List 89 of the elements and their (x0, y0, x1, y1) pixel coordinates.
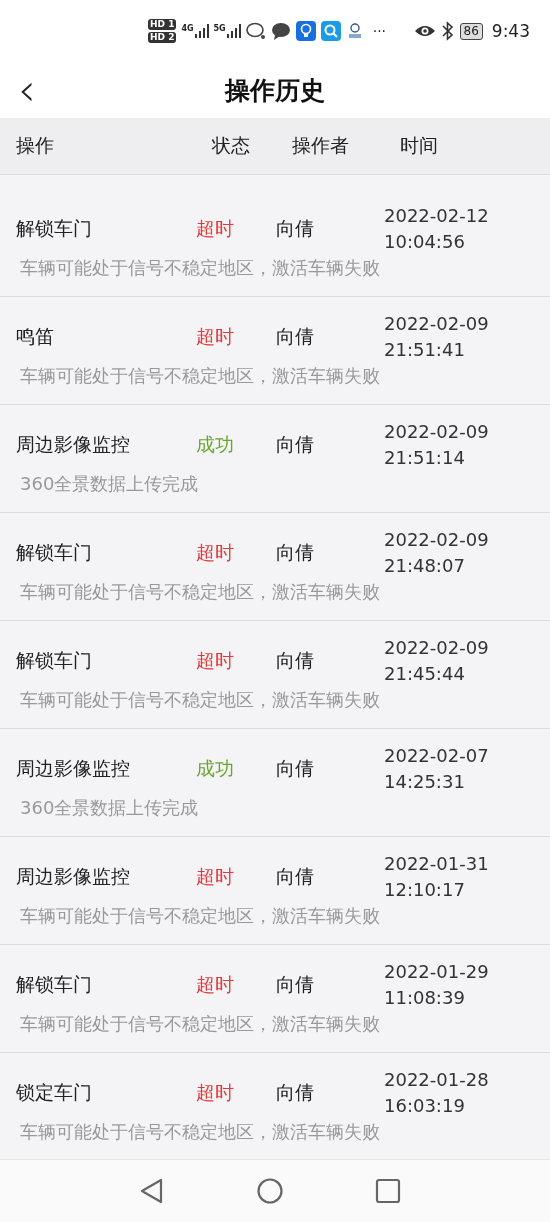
page-title: 操作历史 (225, 74, 325, 107)
time-text: 21:51:41 (384, 338, 466, 362)
date-text: 2022-02-07 (384, 744, 490, 768)
column-header: 时间 (400, 133, 439, 158)
result-description: 车辆可能处于信号不稳定地区，激活车辆失败 (19, 904, 381, 928)
column-header: 操作 (15, 133, 55, 158)
operator-name: 向倩 (276, 864, 315, 889)
history-row[interactable]: 鸣笛 超时 向倩 2022-02-09 21:51:41 车辆可能处于信号不稳定地区，激活车辆失败 (0, 297, 550, 405)
network-label: 4G (181, 24, 194, 33)
recents-nav-icon (375, 1178, 401, 1204)
history-row[interactable]: 周边影像监控 成功 向倩 2022-02-09 21:51:14 360全景数据上传完成 (0, 405, 550, 513)
operator-name: 向倩 (276, 756, 315, 781)
signal-icon (194, 24, 209, 38)
result-description: 车辆可能处于信号不稳定地区，激活车辆失败 (19, 256, 381, 280)
action-name: 周边影像监控 (15, 864, 131, 889)
lightbulb-icon (295, 21, 316, 41)
bluetooth-icon (440, 21, 455, 41)
action-name: 解锁车门 (15, 972, 93, 997)
chat-bubble-icon (245, 22, 266, 40)
home-nav-icon (257, 1178, 283, 1204)
status-text: 超时 (196, 648, 235, 673)
operator-name: 向倩 (276, 972, 315, 997)
action-name: 鸣笛 (15, 324, 55, 349)
result-description: 车辆可能处于信号不稳定地区，激活车辆失败 (19, 688, 381, 712)
date-text: 2022-02-09 (384, 312, 490, 336)
search-icon (320, 21, 341, 41)
date-text: 2022-02-09 (384, 528, 490, 552)
back-nav-button[interactable] (139, 1178, 165, 1204)
action-name: 周边影像监控 (15, 756, 131, 781)
operator-name: 向倩 (276, 432, 315, 457)
date-text: 2022-02-12 (384, 204, 490, 228)
column-header: 状态 (212, 133, 251, 158)
action-name: 锁定车门 (15, 1080, 93, 1105)
result-description: 车辆可能处于信号不稳定地区，激活车辆失败 (19, 364, 381, 388)
battery-indicator: 86 (459, 22, 483, 40)
date-text: 2022-02-09 (384, 636, 490, 660)
time-text: 12:10:17 (384, 878, 466, 902)
back-button[interactable]: ‹ (10, 68, 44, 112)
result-description: 车辆可能处于信号不稳定地区，激活车辆失败 (19, 1120, 381, 1144)
action-name: 解锁车门 (15, 648, 93, 673)
operator-name: 向倩 (276, 216, 315, 241)
time-text: 10:04:56 (384, 230, 466, 254)
sim-label: HD 2 (148, 32, 177, 43)
time-text: 11:08:39 (384, 986, 466, 1010)
status-text: 超时 (196, 972, 235, 997)
time-text: 21:45:44 (384, 662, 466, 686)
time-text: 16:03:19 (384, 1094, 466, 1118)
status-text: 成功 (196, 756, 235, 781)
status-text: 超时 (196, 540, 235, 565)
home-nav-button[interactable] (257, 1178, 283, 1204)
history-row[interactable]: 解锁车门 超时 向倩 2022-02-12 10:04:56 车辆可能处于信号不稳定地区，激活车辆失败 (0, 189, 550, 297)
history-row[interactable]: 周边影像监控 超时 向倩 2022-01-31 12:10:17 车辆可能处于信号不稳定地区，激活车辆失败 (0, 837, 550, 945)
status-text: 超时 (196, 1080, 235, 1105)
eye-icon (413, 23, 436, 39)
time-text: 21:51:14 (384, 446, 466, 470)
more-notifications: ··· (372, 23, 387, 39)
result-description: 车辆可能处于信号不稳定地区，激活车辆失败 (19, 1012, 381, 1036)
clock: 9:43 (491, 21, 530, 41)
back-nav-icon (139, 1178, 165, 1204)
result-description: 360全景数据上传完成 (19, 796, 200, 820)
result-description: 360全景数据上传完成 (19, 472, 200, 496)
operator-name: 向倩 (276, 648, 315, 673)
status-text: 成功 (196, 432, 235, 457)
operator-name: 向倩 (276, 540, 315, 565)
status-text: 超时 (196, 864, 235, 889)
signal-icon (226, 24, 241, 38)
operator-name: 向倩 (276, 1080, 315, 1105)
status-text: 超时 (196, 216, 235, 241)
history-row[interactable]: 解锁车门 超时 向倩 2022-01-29 11:08:39 车辆可能处于信号不稳定地区，激活车辆失败 (0, 945, 550, 1053)
date-text: 2022-01-31 (384, 852, 490, 876)
history-row[interactable]: 解锁车门 超时 向倩 2022-02-09 21:48:07 车辆可能处于信号不稳定地区，激活车辆失败 (0, 513, 550, 621)
column-header: 操作者 (292, 133, 350, 158)
status-text: 超时 (196, 324, 235, 349)
date-text: 2022-01-29 (384, 960, 490, 984)
result-description: 车辆可能处于信号不稳定地区，激活车辆失败 (19, 580, 381, 604)
history-row[interactable]: 解锁车门 超时 向倩 2022-02-09 21:45:44 车辆可能处于信号不稳定地区，激活车辆失败 (0, 621, 550, 729)
history-row[interactable]: 周边影像监控 成功 向倩 2022-02-07 14:25:31 360全景数据上传完成 (0, 729, 550, 837)
recents-nav-button[interactable] (375, 1178, 401, 1204)
time-text: 21:48:07 (384, 554, 466, 578)
operator-name: 向倩 (276, 324, 315, 349)
action-name: 解锁车门 (15, 216, 93, 241)
time-text: 14:25:31 (384, 770, 466, 794)
speech-bubble-icon (270, 22, 291, 40)
sim-label: HD 1 (148, 19, 177, 30)
network-label: 5G (213, 24, 226, 33)
date-text: 2022-02-09 (384, 420, 490, 444)
date-text: 2022-01-28 (384, 1068, 490, 1092)
action-name: 周边影像监控 (15, 432, 131, 457)
action-name: 解锁车门 (15, 540, 93, 565)
